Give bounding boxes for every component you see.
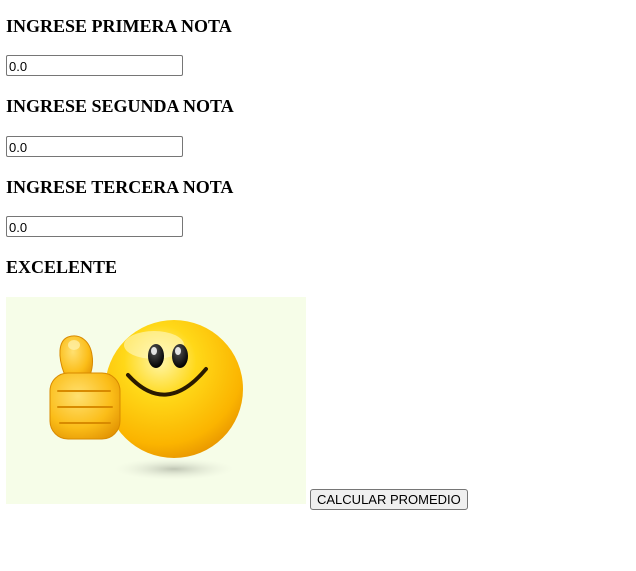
- result-label: EXCELENTE: [6, 257, 118, 277]
- third-grade-label: INGRESE TERCERA NOTA: [6, 177, 234, 197]
- thumbs-up-smiley-icon: [49, 320, 243, 480]
- calculate-average-button[interactable]: CALCULAR PROMEDIO: [310, 489, 468, 510]
- second-grade-label: INGRESE SEGUNDA NOTA: [6, 96, 234, 116]
- second-grade-input[interactable]: [6, 136, 183, 157]
- thumbs-up-smiley-image: [6, 297, 306, 504]
- third-grade-input[interactable]: [6, 216, 183, 237]
- first-grade-label: INGRESE PRIMERA NOTA: [6, 16, 232, 36]
- first-grade-input[interactable]: [6, 55, 183, 76]
